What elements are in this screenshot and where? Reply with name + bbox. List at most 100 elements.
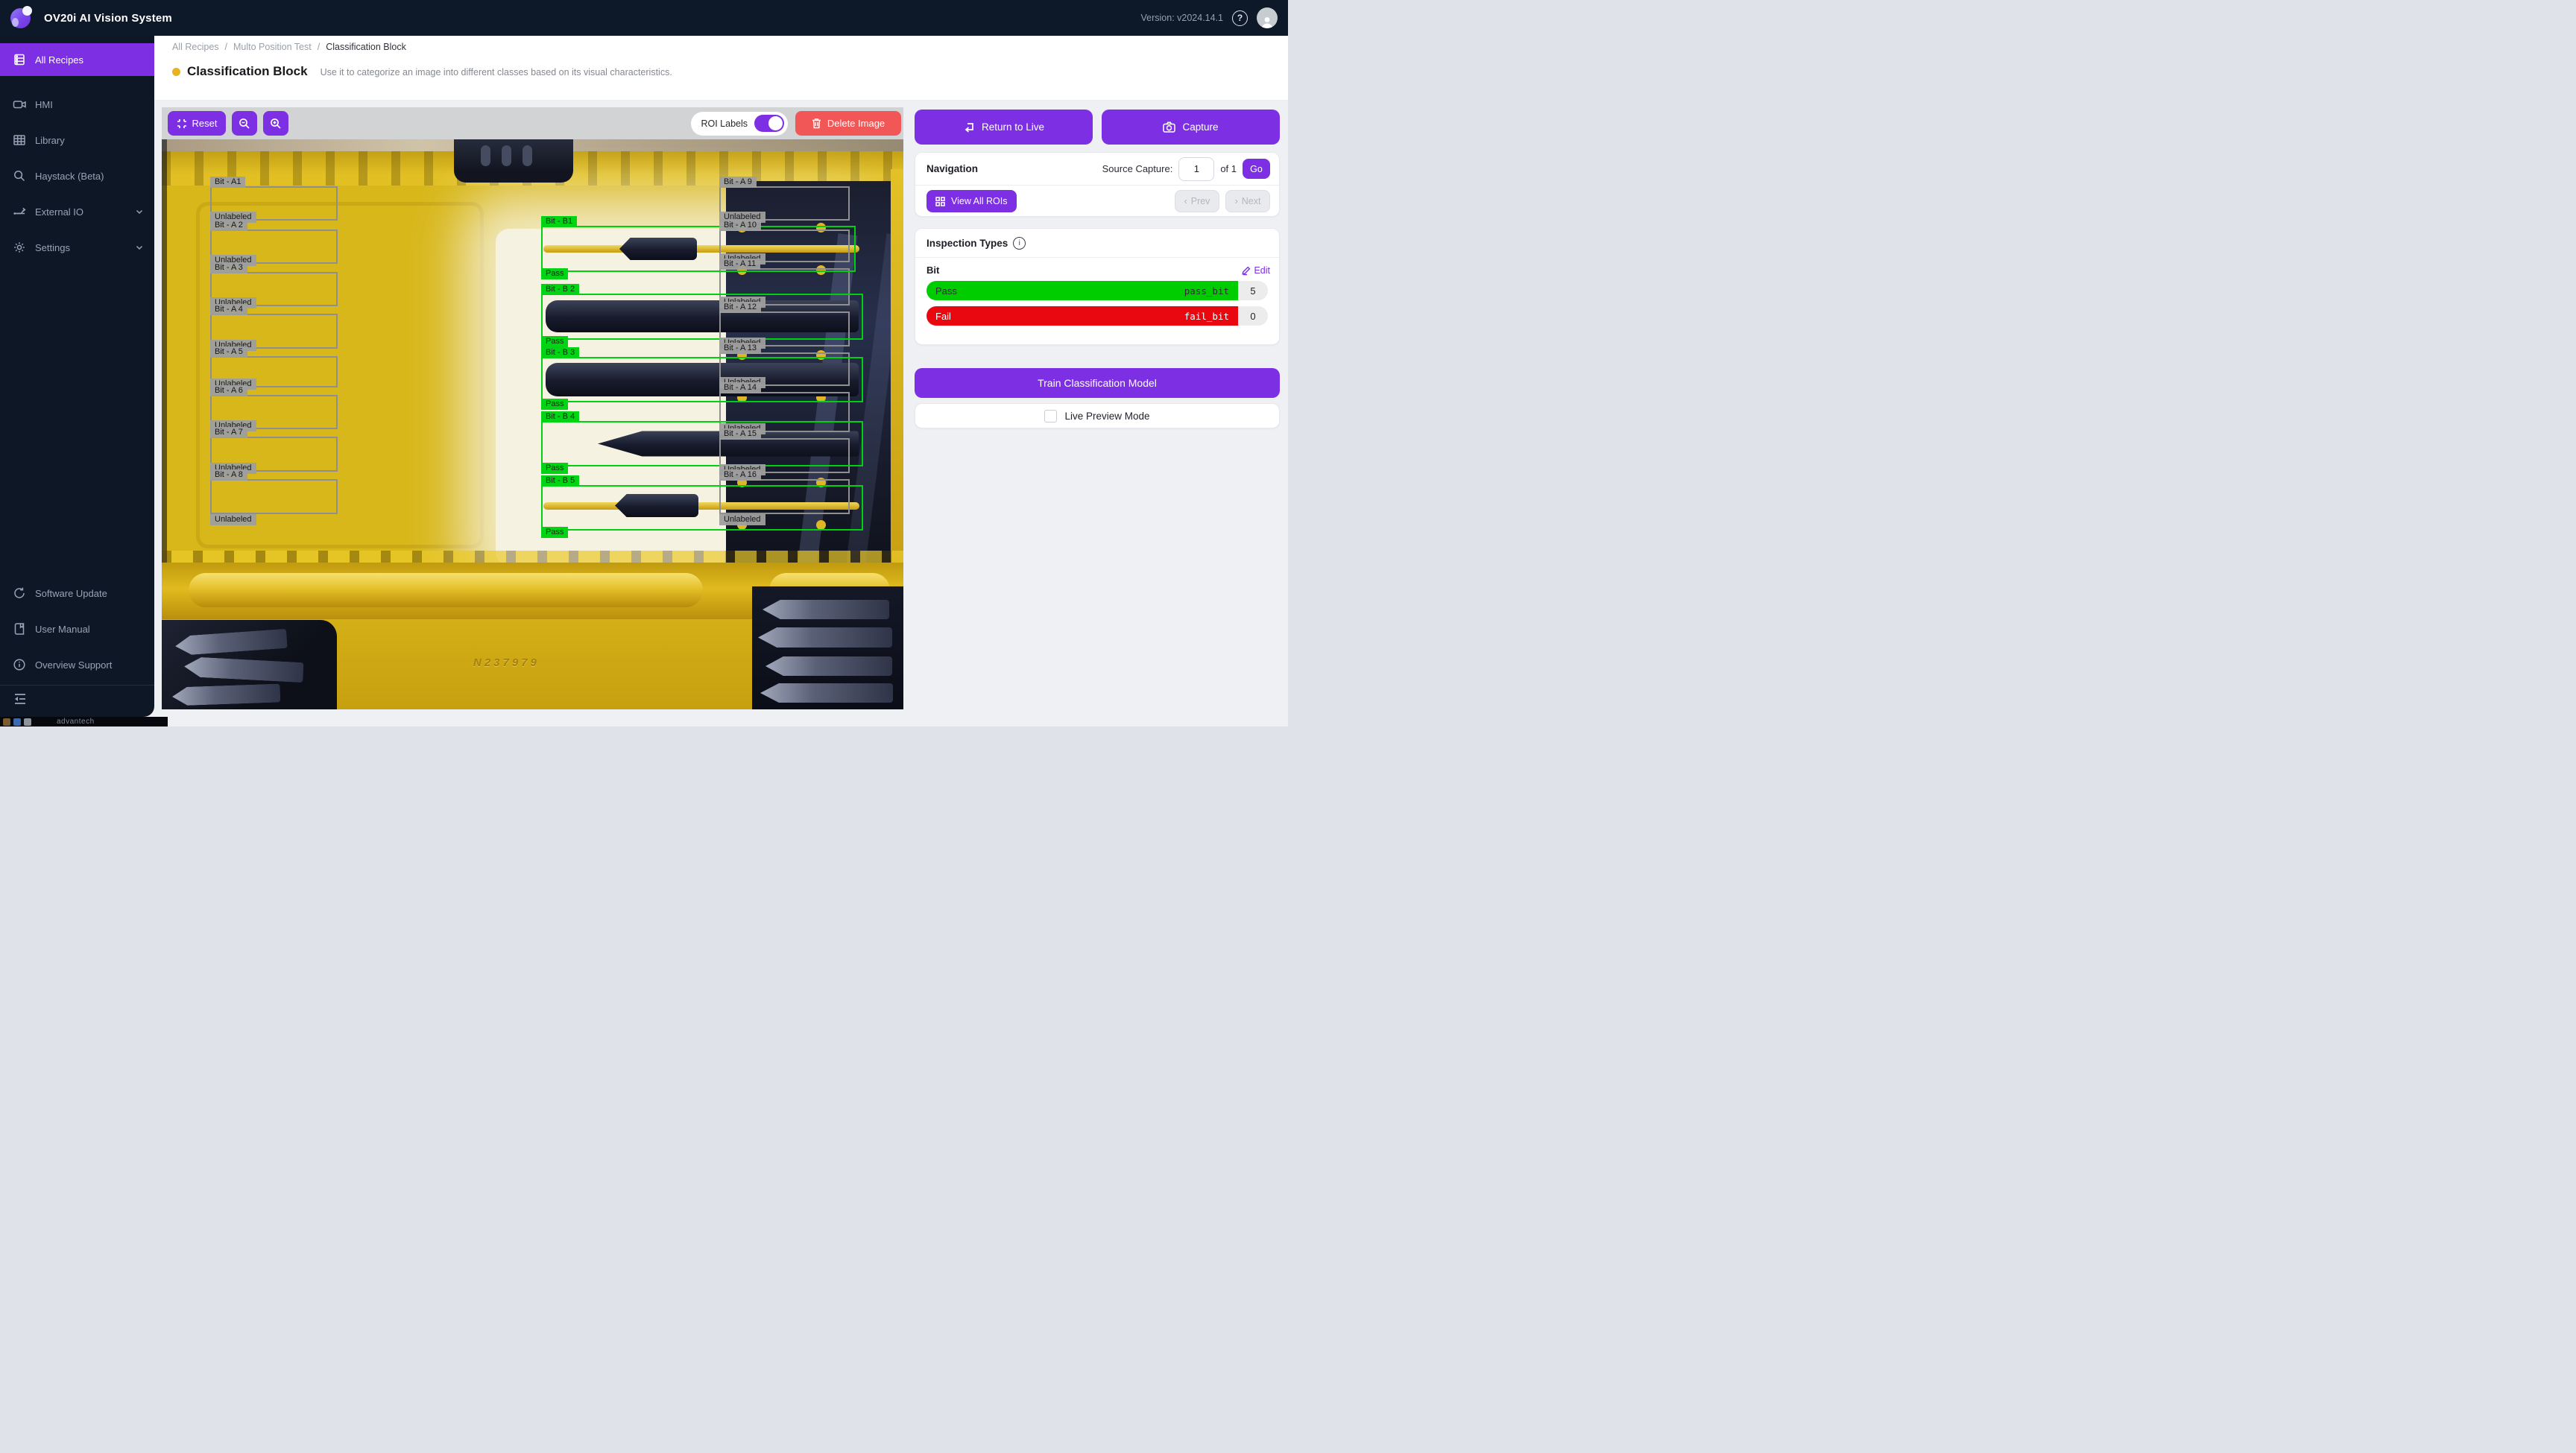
edit-inspection-link[interactable]: Edit	[1242, 265, 1270, 276]
help-icon[interactable]: ?	[1232, 10, 1248, 26]
sidebar-item-user-manual[interactable]: User Manual	[0, 611, 154, 647]
sidebar-item-settings[interactable]: Settings	[0, 229, 154, 265]
sidebar-collapse-button[interactable]	[13, 692, 28, 709]
breadcrumb-item: Classification Block	[326, 42, 406, 52]
roi-box-bit-a-7[interactable]: Bit - A 7Unlabeled	[210, 437, 338, 472]
version-label: Version: v2024.14.1	[1141, 13, 1224, 23]
roi-box-bit-a-3[interactable]: Bit - A 3Unlabeled	[210, 272, 338, 306]
roi-classification-chip: Pass	[541, 463, 568, 474]
sidebar-item-label: User Manual	[35, 624, 90, 635]
sidebar-item-label: Software Update	[35, 588, 107, 599]
app-title: OV20i AI Vision System	[44, 12, 172, 25]
photo-drill-bit	[765, 656, 892, 676]
hmi-icon	[13, 98, 26, 111]
roi-label-chip: Bit - B 4	[541, 411, 579, 422]
sidebar-item-external-io[interactable]: External IO	[0, 194, 154, 229]
roi-label-chip: Bit - A 8	[210, 469, 247, 481]
roi-label-chip: Bit - A1	[210, 177, 245, 188]
roi-label-chip: Bit - A 16	[719, 469, 761, 481]
photo-drill-bit	[172, 683, 281, 706]
roi-box-bit-a-5[interactable]: Bit - A 5Unlabeled	[210, 356, 338, 387]
sidebar-item-label: All Recipes	[35, 54, 83, 66]
train-classification-model-button[interactable]: Train Classification Model	[915, 368, 1280, 398]
roi-classification-chip: Pass	[541, 399, 568, 410]
sidebar-item-all-recipes[interactable]: All Recipes	[0, 43, 154, 76]
pencil-icon	[1242, 266, 1251, 275]
roi-label-chip: Bit - A 13	[719, 343, 761, 354]
sidebar-item-library[interactable]: Library	[0, 122, 154, 158]
live-preview-checkbox[interactable]	[1044, 410, 1057, 422]
return-to-live-button[interactable]: Return to Live	[915, 110, 1093, 145]
roi-labels-toggle[interactable]	[754, 115, 784, 132]
roi-classification-chip: Unlabeled	[210, 514, 256, 525]
zoom-out-icon	[239, 118, 250, 130]
library-icon	[13, 133, 26, 147]
roi-label-chip: Bit - A 12	[719, 302, 761, 313]
photo-drill-bit	[760, 683, 893, 703]
chevron-right-icon: ›	[1235, 196, 1238, 206]
inspection-row-fail[interactable]: Failfail_bit0	[926, 306, 1268, 326]
zoom-out-button[interactable]	[232, 111, 257, 136]
io-icon	[13, 205, 26, 218]
roi-label-chip: Bit - A 11	[719, 259, 760, 270]
top-bar: OV20i AI Vision System Version: v2024.14…	[0, 0, 1288, 36]
sidebar-item-software-update[interactable]: Software Update	[0, 575, 154, 611]
go-button[interactable]: Go	[1243, 159, 1270, 179]
breadcrumb: All Recipes/Multo Position Test/Classifi…	[172, 42, 406, 52]
roi-box-bit-b-5[interactable]: Bit - B 5Pass	[541, 485, 863, 531]
roi-label-chip: Bit - A 2	[210, 220, 247, 231]
sidebar-item-overview-support[interactable]: Overview Support	[0, 647, 154, 683]
user-avatar[interactable]	[1257, 7, 1278, 28]
roi-label-chip: Bit - A 14	[719, 382, 761, 393]
roi-box-bit-a-2[interactable]: Bit - A 2Unlabeled	[210, 229, 338, 264]
inspection-row-pass[interactable]: Passpass_bit5	[926, 281, 1268, 300]
reset-view-button[interactable]: Reset	[168, 111, 226, 136]
photo-hinge-rod	[189, 573, 703, 607]
delete-image-button[interactable]: Delete Image	[795, 111, 901, 136]
roi-labels-control: ROI Labels	[691, 112, 788, 136]
sidebar-item-haystack[interactable]: Haystack (Beta)	[0, 158, 154, 194]
background-page-sliver: advantech	[0, 717, 168, 726]
sidebar-item-hmi[interactable]: HMI	[0, 86, 154, 122]
roi-label-chip: Bit - A 9	[719, 177, 757, 188]
roi-label-chip: Bit - A 10	[719, 220, 761, 231]
zoom-in-button[interactable]	[263, 111, 288, 136]
roi-label-chip: Bit - A 4	[210, 304, 247, 315]
prev-button[interactable]: ‹Prev	[1175, 190, 1219, 212]
chevron-left-icon: ‹	[1184, 196, 1187, 206]
view-all-rois-button[interactable]: View All ROIs	[926, 190, 1017, 212]
sidebar-item-label: Settings	[35, 242, 70, 253]
navigation-card: Navigation Source Capture: of 1 Go View …	[915, 152, 1280, 217]
live-preview-mode-control[interactable]: Live Preview Mode	[915, 403, 1280, 428]
photo-case-side	[891, 169, 903, 586]
roi-classification-chip: Pass	[541, 527, 568, 538]
sidebar: All Recipes HMI Library Haystack (Beta) Exte…	[0, 36, 154, 717]
recipes-icon	[13, 53, 26, 66]
roi-box-bit-a1[interactable]: Bit - A1Unlabeled	[210, 186, 338, 221]
inspection-class-name: Fail	[935, 311, 951, 322]
breadcrumb-item[interactable]: Multo Position Test	[233, 42, 312, 52]
capture-button[interactable]: Capture	[1102, 110, 1280, 145]
roi-box-bit-a-9[interactable]: Bit - A 9Unlabeled	[719, 186, 850, 221]
inspection-class-name: Pass	[935, 285, 957, 297]
capture-image-canvas[interactable]: N237979 Bit - A1UnlabeledBit - A 2Unlabe…	[162, 139, 903, 709]
inspection-count: 5	[1238, 281, 1268, 300]
roi-box-bit-b-2[interactable]: Bit - B 2Pass	[541, 294, 863, 340]
sidebar-item-label: Haystack (Beta)	[35, 171, 104, 182]
info-icon[interactable]: i	[1013, 237, 1026, 250]
roi-box-bit-a-4[interactable]: Bit - A 4Unlabeled	[210, 314, 338, 349]
content-header: All Recipes/Multo Position Test/Classifi…	[154, 36, 1288, 100]
next-button[interactable]: ›Next	[1225, 190, 1270, 212]
roi-box-bit-a-6[interactable]: Bit - A 6Unlabeled	[210, 395, 338, 429]
roi-box-bit-a-8[interactable]: Bit - A 8Unlabeled	[210, 479, 338, 514]
roi-box-bit-b-3[interactable]: Bit - B 3Pass	[541, 357, 863, 402]
breadcrumb-item[interactable]: All Recipes	[172, 42, 219, 52]
roi-label-chip: Bit - A 6	[210, 385, 247, 396]
sidebar-item-label: HMI	[35, 99, 53, 110]
source-capture-input[interactable]	[1178, 157, 1214, 181]
roi-box-bit-b1[interactable]: Bit - B1Pass	[541, 226, 856, 272]
roi-label-chip: Bit - A 5	[210, 346, 247, 358]
roi-label-chip: Bit - A 3	[210, 262, 247, 273]
roi-box-bit-b-4[interactable]: Bit - B 4Pass	[541, 421, 863, 466]
live-preview-label: Live Preview Mode	[1064, 411, 1149, 422]
